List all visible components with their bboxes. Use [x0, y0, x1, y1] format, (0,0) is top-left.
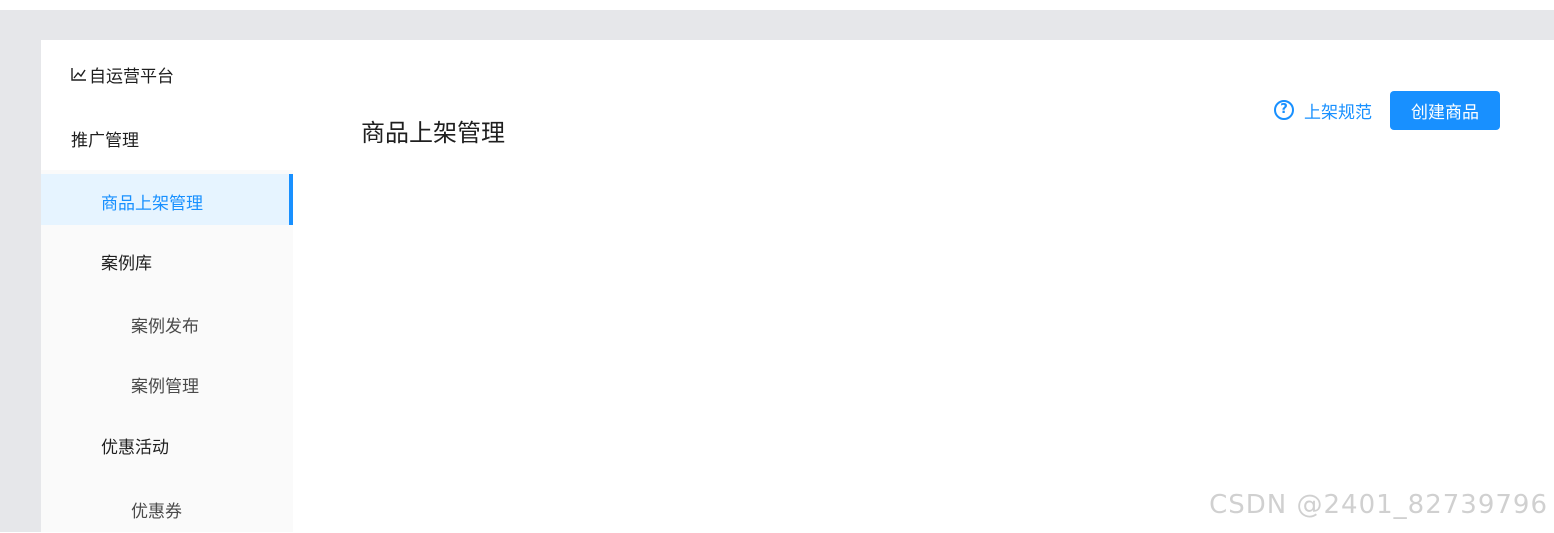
sidebar: 自运营平台 推广管理 商品上架管理 案例库 案例发布 案例管理 优惠活动 优惠券 [41, 40, 293, 532]
listing-rules-label: 上架规范 [1304, 98, 1372, 123]
create-product-button[interactable]: 创建商品 [1390, 91, 1500, 130]
sidebar-item-label: 优惠活动 [101, 433, 169, 458]
platform-logo[interactable]: 自运营平台 [71, 62, 174, 86]
sidebar-item-label: 商品上架管理 [101, 189, 203, 214]
sidebar-item-case-manage[interactable]: 案例管理 [41, 358, 293, 408]
menu-group-promotion[interactable]: 推广管理 [71, 126, 139, 151]
watermark: CSDN @2401_82739796 [1209, 490, 1548, 520]
sidebar-item-label: 案例库 [101, 249, 152, 274]
listing-rules-link[interactable]: ? 上架规范 [1274, 97, 1372, 123]
sidebar-item-coupons[interactable]: 优惠券 [41, 483, 293, 533]
top-band [0, 0, 1554, 10]
sidebar-item-label: 案例管理 [131, 372, 199, 397]
line-chart-icon [71, 66, 87, 82]
sidebar-item-promotions[interactable]: 优惠活动 [41, 420, 293, 470]
page-title: 商品上架管理 [361, 113, 505, 148]
sidebar-item-case-publish[interactable]: 案例发布 [41, 298, 293, 348]
sidebar-item-label: 优惠券 [131, 497, 182, 522]
question-circle-icon: ? [1274, 100, 1294, 120]
sidebar-item-case-library[interactable]: 案例库 [41, 235, 293, 285]
sidebar-item-product-listing[interactable]: 商品上架管理 [41, 174, 293, 225]
platform-name: 自运营平台 [89, 62, 174, 87]
sidebar-item-label: 案例发布 [131, 312, 199, 337]
main-content: 商品上架管理 ? 上架规范 创建商品 [293, 40, 1554, 532]
